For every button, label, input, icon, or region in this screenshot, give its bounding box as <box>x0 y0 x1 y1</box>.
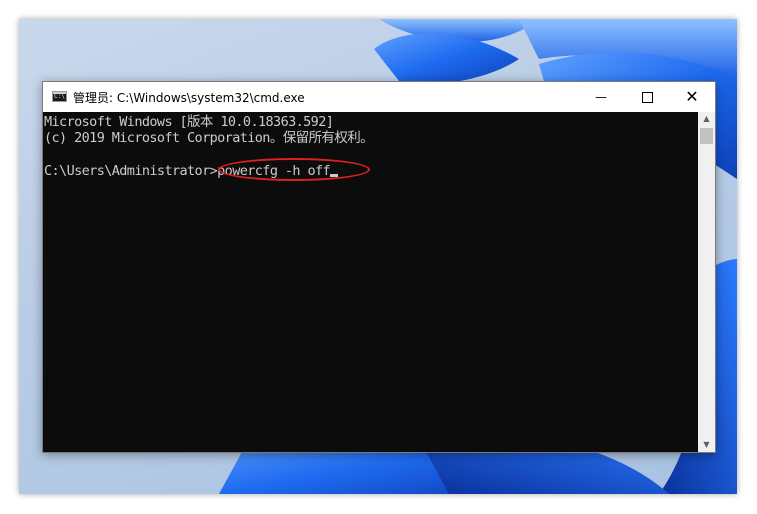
prompt: C:\Users\Administrator> <box>44 163 218 179</box>
console-output[interactable]: Microsoft Windows [版本 10.0.18363.592] (c… <box>43 112 698 452</box>
cmd-window: C:\ 管理员: C:\Windows\system32\cmd.exe — ✕… <box>42 81 716 453</box>
cmd-icon: C:\ <box>52 91 67 102</box>
highlight-ellipse <box>218 158 370 181</box>
minimize-icon: — <box>595 90 607 104</box>
close-icon: ✕ <box>685 87 699 106</box>
console-line: (c) 2019 Microsoft Corporation。保留所有权利。 <box>44 130 374 146</box>
maximize-button[interactable] <box>624 82 670 112</box>
vertical-scrollbar[interactable]: ▲ ▼ <box>698 112 715 452</box>
cmd-icon-glyph: C:\ <box>54 93 65 100</box>
title-bar[interactable]: C:\ 管理员: C:\Windows\system32\cmd.exe — ✕ <box>43 82 715 112</box>
minimize-button[interactable]: — <box>578 82 624 112</box>
maximize-icon <box>642 92 653 103</box>
desktop: C:\ 管理员: C:\Windows\system32\cmd.exe — ✕… <box>19 19 737 494</box>
console-line: Microsoft Windows [版本 10.0.18363.592] <box>44 114 334 130</box>
scroll-up-icon[interactable]: ▲ <box>698 112 715 126</box>
scroll-thumb[interactable] <box>700 128 713 144</box>
window-title: 管理员: C:\Windows\system32\cmd.exe <box>73 91 305 105</box>
close-button[interactable]: ✕ <box>669 82 715 112</box>
scroll-down-icon[interactable]: ▼ <box>698 438 715 452</box>
screenshot-frame: C:\ 管理员: C:\Windows\system32\cmd.exe — ✕… <box>0 0 757 514</box>
